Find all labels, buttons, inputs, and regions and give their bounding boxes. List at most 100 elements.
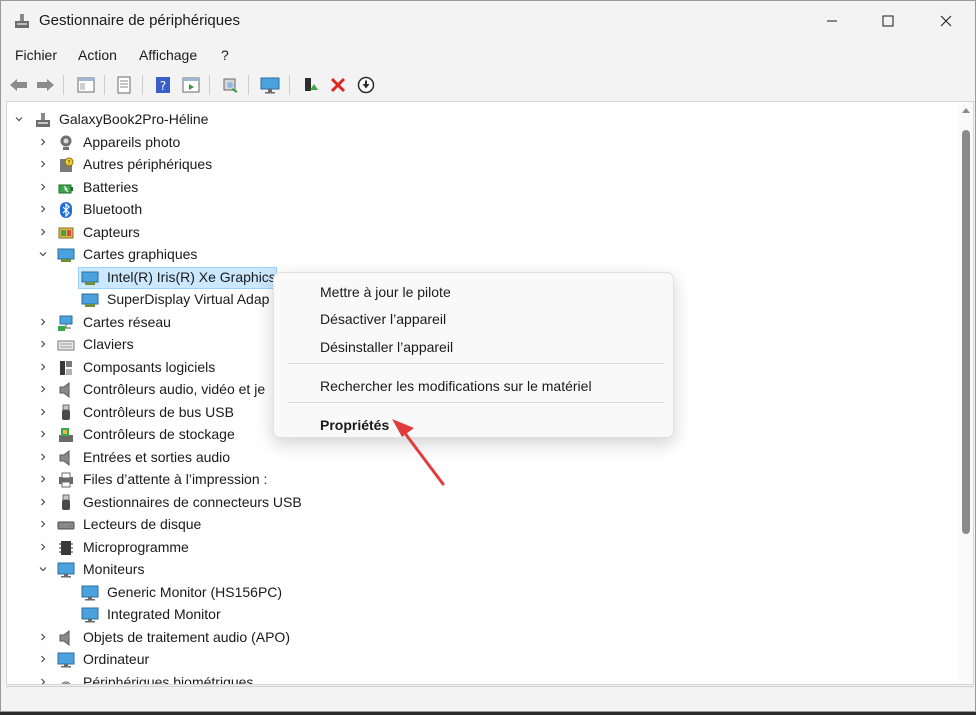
menu-item-update-driver[interactable]: Mettre à jour le pilote xyxy=(320,284,451,300)
close-button[interactable] xyxy=(923,1,969,41)
tree-device-integrated-monitor[interactable]: Integrated Monitor xyxy=(7,604,947,626)
chevron-right-icon[interactable] xyxy=(38,519,48,529)
back-button[interactable] xyxy=(8,74,30,96)
tree-category-peripheriques-biometriques[interactable]: Périphériques biométriques xyxy=(7,672,947,685)
tree-category-files-d-attente-a-l-impression[interactable]: Files d’attente à l’impression : xyxy=(7,469,947,491)
keyboard-icon xyxy=(57,336,75,354)
chevron-right-icon[interactable] xyxy=(38,429,48,439)
tree-item-label: Contrôleurs audio, vidéo et je xyxy=(83,381,266,397)
properties-toolbar-button[interactable] xyxy=(113,74,135,96)
chevron-right-icon[interactable] xyxy=(38,362,48,372)
menu-item-uninstall-device[interactable]: Désinstaller l’appareil xyxy=(320,339,453,355)
bluetooth-icon xyxy=(57,201,75,219)
software-component-icon xyxy=(57,359,75,377)
tree-item-label: Composants logiciels xyxy=(83,358,216,375)
tree-category-batteries[interactable]: Batteries xyxy=(7,177,947,199)
chevron-right-icon[interactable] xyxy=(38,632,48,642)
device-manager-icon xyxy=(13,12,31,30)
tree-category-microprogramme[interactable]: Microprogramme xyxy=(7,537,947,559)
chevron-right-icon[interactable] xyxy=(38,654,48,664)
scroll-thumb[interactable] xyxy=(962,130,970,534)
tree-category-ordinateur[interactable]: Ordinateur xyxy=(7,649,947,671)
toolbar-separator xyxy=(289,75,290,95)
tree-category-cartes-graphiques[interactable]: Cartes graphiques xyxy=(7,244,947,266)
properties-sheet-icon xyxy=(117,76,131,94)
tree-device-generic-monitor-hs156pc[interactable]: Generic Monitor (HS156PC) xyxy=(7,582,947,604)
help-button[interactable]: ? xyxy=(152,74,174,96)
window-title: Gestionnaire de périphériques xyxy=(39,12,240,29)
menu-affichage[interactable]: Affichage xyxy=(137,47,199,63)
chevron-down-icon[interactable] xyxy=(38,564,48,574)
vertical-scrollbar[interactable] xyxy=(959,102,973,684)
menu-separator xyxy=(288,363,664,364)
minimize-button[interactable] xyxy=(809,1,855,41)
computer-root-icon xyxy=(34,111,52,129)
chevron-down-icon[interactable] xyxy=(38,249,48,259)
chevron-right-icon[interactable] xyxy=(38,339,48,349)
chevron-right-icon[interactable] xyxy=(38,452,48,462)
action-pane-button[interactable] xyxy=(180,74,202,96)
maximize-icon xyxy=(882,15,894,27)
tree-category-capteurs[interactable]: Capteurs xyxy=(7,222,947,244)
chevron-right-icon[interactable] xyxy=(38,227,48,237)
chevron-right-icon[interactable] xyxy=(38,474,48,484)
red-x-icon xyxy=(330,77,346,93)
chevron-right-icon[interactable] xyxy=(38,497,48,507)
toolbar-separator xyxy=(248,75,249,95)
show-hide-console-tree-button[interactable] xyxy=(75,74,97,96)
menu-action[interactable]: Action xyxy=(76,47,119,63)
tree-category-gestionnaires-de-connecteurs-usb[interactable]: Gestionnaires de connecteurs USB xyxy=(7,492,947,514)
tree-item-label: Ordinateur xyxy=(83,651,150,667)
update-driver-button[interactable] xyxy=(299,74,321,96)
disk-drive-icon xyxy=(57,516,75,534)
chevron-right-icon[interactable] xyxy=(38,317,48,327)
tree-root-computer[interactable]: GalaxyBook2Pro-Héline xyxy=(7,109,947,131)
tree-item-label: Autres périphériques xyxy=(83,156,213,172)
back-arrow-icon xyxy=(10,79,27,91)
display-adapter-icon xyxy=(81,269,99,287)
tree-category-moniteurs[interactable]: Moniteurs xyxy=(7,559,947,581)
scroll-up-icon[interactable] xyxy=(962,108,970,113)
tree-category-autres-peripheriques[interactable]: ? Autres périphériques xyxy=(7,154,947,176)
chevron-right-icon[interactable] xyxy=(38,159,48,169)
unknown-device-icon: ? xyxy=(57,156,75,174)
uninstall-button[interactable] xyxy=(327,74,349,96)
tree-item-label: Contrôleurs de bus USB xyxy=(83,403,234,420)
menu-help[interactable]: ? xyxy=(219,47,231,63)
context-menu: Mettre à jour le pilote Désactiver l’app… xyxy=(273,272,674,438)
menu-item-properties[interactable]: Propriétés xyxy=(320,417,389,433)
chevron-right-icon[interactable] xyxy=(38,677,48,684)
tree-category-entrees-et-sorties-audio[interactable]: Entrées et sorties audio xyxy=(7,447,947,469)
chevron-right-icon[interactable] xyxy=(38,407,48,417)
help-icon: ? xyxy=(156,77,170,93)
disable-device-button[interactable] xyxy=(355,74,377,96)
speaker-icon xyxy=(57,629,75,647)
tree-category-objets-de-traitement-audio-apo[interactable]: Objets de traitement audio (APO) xyxy=(7,627,947,649)
forward-button[interactable] xyxy=(34,74,56,96)
menu-item-disable-device[interactable]: Désactiver l’appareil xyxy=(320,311,446,327)
display-adapter-icon xyxy=(57,246,75,264)
chevron-down-icon[interactable] xyxy=(14,114,24,124)
tree-item-label: Périphériques biométriques xyxy=(83,673,254,685)
down-arrow-circle-icon xyxy=(357,76,375,94)
menu-item-scan-hardware[interactable]: Rechercher les modifications sur le maté… xyxy=(320,378,592,394)
tree-category-bluetooth[interactable]: Bluetooth xyxy=(7,199,947,221)
tree-category-appareils-photo[interactable]: Appareils photo xyxy=(7,132,947,154)
toolbar-separator xyxy=(209,75,210,95)
svg-text:?: ? xyxy=(160,79,166,93)
monitor-toolbar-button[interactable] xyxy=(259,74,281,96)
menu-separator xyxy=(288,402,664,403)
chevron-right-icon[interactable] xyxy=(38,182,48,192)
maximize-button[interactable] xyxy=(865,1,911,41)
tree-category-lecteurs-de-disque[interactable]: Lecteurs de disque xyxy=(7,514,947,536)
svg-text:?: ? xyxy=(67,160,70,167)
tree-item-label: Batteries xyxy=(83,178,139,195)
tree-item-label: Lecteurs de disque xyxy=(83,516,202,532)
chevron-right-icon[interactable] xyxy=(38,384,48,394)
chevron-right-icon[interactable] xyxy=(38,204,48,214)
chevron-right-icon[interactable] xyxy=(38,542,48,552)
usb-icon xyxy=(57,494,75,512)
chevron-right-icon[interactable] xyxy=(38,137,48,147)
menu-fichier[interactable]: Fichier xyxy=(13,47,59,63)
scan-hardware-button[interactable] xyxy=(219,74,241,96)
